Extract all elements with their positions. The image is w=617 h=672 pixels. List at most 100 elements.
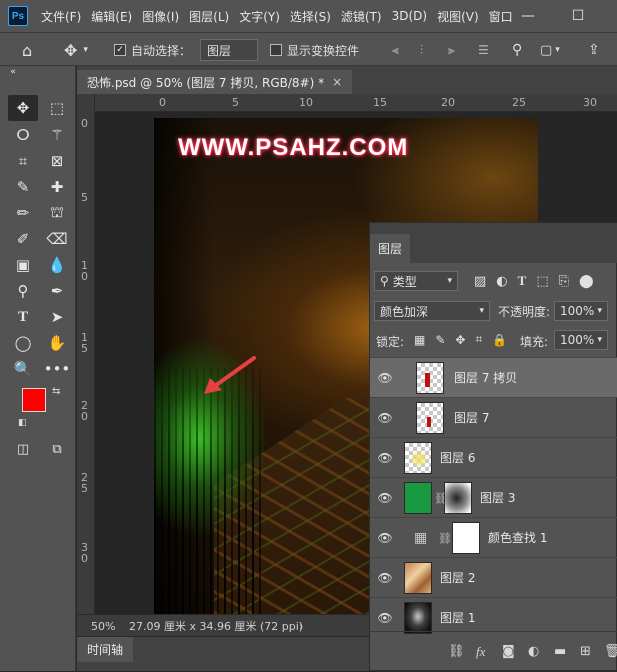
menu-edit[interactable]: 编辑(E)	[86, 8, 137, 25]
filter-shape-icon[interactable]: ⬚	[536, 274, 548, 289]
brush-tool-icon[interactable]: ✏	[8, 200, 38, 226]
collapse-toolbar-icon[interactable]: «	[6, 66, 20, 78]
auto-select-target-dropdown[interactable]: 图层	[200, 33, 258, 67]
visibility-eye-icon[interactable]: 👁	[377, 531, 392, 545]
quick-mask-icon[interactable]: ◫	[8, 436, 38, 462]
auto-select-checkbox[interactable]: ✓ 自动选择：	[114, 33, 191, 67]
layer-name: 颜色查找 1	[488, 531, 548, 545]
align-left-icon[interactable]: ⫷	[392, 33, 399, 67]
workspace-icon[interactable]: ▢ ▾	[540, 33, 560, 67]
zoom-tool-icon[interactable]: 🔍	[8, 356, 38, 382]
screen-mode-icon[interactable]: ⧉	[42, 436, 72, 462]
foreground-color-swatch[interactable]	[22, 388, 46, 412]
menu-type[interactable]: 文字(Y)	[234, 8, 285, 25]
type-tool-icon[interactable]: T	[8, 304, 38, 330]
visibility-eye-icon[interactable]: 👁	[377, 411, 392, 425]
visibility-eye-icon[interactable]: 👁	[377, 451, 392, 465]
menu-select[interactable]: 选择(S)	[285, 8, 336, 25]
fx-icon[interactable]: fx	[476, 644, 485, 660]
fill-field[interactable]: 100% ▾	[554, 330, 608, 350]
clone-stamp-tool-icon[interactable]: ⛫	[42, 200, 72, 226]
ellipse-tool-icon[interactable]: ◯	[8, 330, 38, 356]
lock-position-icon[interactable]: ✥	[455, 333, 465, 347]
dodge-tool-icon[interactable]: ⚲	[8, 278, 38, 304]
new-adjustment-icon[interactable]: ◐	[528, 644, 539, 659]
layer-row[interactable]: 👁 图层 2	[370, 557, 617, 597]
path-selection-tool-icon[interactable]: ➤	[42, 304, 72, 330]
layers-tab[interactable]: 图层	[370, 234, 411, 263]
search-icon[interactable]: ⚲	[512, 33, 522, 67]
blur-tool-icon[interactable]: 💧	[42, 252, 72, 278]
maximize-button[interactable]: ☐	[560, 0, 596, 32]
align-center-icon[interactable]: ⫶	[420, 33, 423, 67]
filter-adjustment-icon[interactable]: ◐	[496, 274, 507, 289]
annotation-arrow-icon	[204, 356, 256, 394]
distribute-icon[interactable]: ☰	[478, 33, 489, 67]
menu-filter[interactable]: 滤镜(T)	[336, 8, 387, 25]
crop-tool-icon[interactable]: ⌗	[8, 148, 38, 174]
move-tool-preset-icon[interactable]: ✥ ▾	[64, 33, 88, 67]
menu-image[interactable]: 图像(I)	[137, 8, 184, 25]
vertical-ruler[interactable]: 0 5 1 0 1 5 2 0 2 5 3 0	[77, 94, 95, 614]
share-icon[interactable]: ⇪	[588, 33, 600, 67]
menu-file[interactable]: 文件(F)	[36, 8, 86, 25]
lasso-tool-icon[interactable]: ⵔ	[8, 122, 38, 148]
filter-pixel-icon[interactable]: ▨	[474, 274, 486, 289]
status-menu-arrow-icon[interactable]: ›	[299, 615, 303, 637]
menu-3d[interactable]: 3D(D)	[387, 9, 432, 23]
new-group-icon[interactable]: ▬	[554, 644, 566, 659]
lock-all-icon[interactable]: 🔒	[492, 333, 507, 347]
opacity-label: 不透明度:	[498, 305, 551, 319]
more-tools-icon[interactable]: •••	[42, 356, 72, 382]
zoom-level[interactable]: 50%	[91, 615, 115, 637]
menu-view[interactable]: 视图(V)	[432, 8, 484, 25]
layer-row[interactable]: 👁 图层 6	[370, 437, 617, 477]
filter-toggle-icon[interactable]: ⬤	[579, 274, 594, 289]
lock-transparent-icon[interactable]: ▦	[414, 333, 425, 347]
magic-wand-tool-icon[interactable]: ⚚	[42, 122, 72, 148]
home-icon[interactable]: ⌂	[22, 33, 32, 67]
new-layer-icon[interactable]: ⊞	[580, 644, 591, 659]
link-layers-icon[interactable]: ⛓	[448, 644, 465, 659]
swap-colors-icon[interactable]: ⇆	[52, 386, 60, 397]
filter-smart-object-icon[interactable]: ⎘	[559, 274, 569, 289]
visibility-eye-icon[interactable]: 👁	[377, 571, 392, 585]
lock-image-icon[interactable]: ✎	[435, 333, 445, 347]
menu-layer[interactable]: 图层(L)	[184, 8, 234, 25]
layer-row[interactable]: 👁 图层 7 拷贝	[370, 357, 617, 397]
move-tool-icon[interactable]: ✥	[8, 95, 38, 121]
hand-tool-icon[interactable]: ✋	[42, 330, 72, 356]
eyedropper-tool-icon[interactable]: ✎	[8, 174, 38, 200]
lock-artboard-icon[interactable]: ⌗	[475, 332, 482, 347]
default-colors-icon[interactable]: ◧	[18, 418, 27, 428]
filter-type-icon[interactable]: T	[518, 273, 527, 289]
history-brush-tool-icon[interactable]: ✐	[8, 226, 38, 252]
marquee-tool-icon[interactable]: ⬚	[42, 95, 72, 121]
layer-row[interactable]: 👁 ⛓ 图层 3	[370, 477, 617, 517]
horizontal-ruler[interactable]: 0 5 10 15 20 25 30	[95, 94, 617, 112]
visibility-eye-icon[interactable]: 👁	[377, 611, 392, 625]
add-mask-icon[interactable]: ◙	[502, 644, 515, 659]
timeline-tab[interactable]: 时间轴	[77, 637, 134, 662]
layer-mask-thumbnail[interactable]	[452, 522, 480, 554]
eraser-tool-icon[interactable]: ⌫	[42, 226, 72, 252]
visibility-eye-icon[interactable]: 👁	[377, 371, 392, 385]
show-transform-checkbox[interactable]: 显示变换控件	[270, 33, 359, 67]
pen-tool-icon[interactable]: ✒	[42, 278, 72, 304]
layer-row[interactable]: 👁 图层 7	[370, 397, 617, 437]
visibility-eye-icon[interactable]: 👁	[377, 491, 392, 505]
layer-mask-thumbnail[interactable]	[444, 482, 472, 514]
align-right-icon[interactable]: ⫸	[448, 33, 455, 67]
healing-brush-tool-icon[interactable]: ✚	[42, 174, 72, 200]
document-tab[interactable]: 恐怖.psd @ 50% (图层 7 拷贝, RGB/8#) * ×	[77, 70, 353, 94]
layer-row[interactable]: 👁 ▦ ⛓ 颜色查找 1	[370, 517, 617, 557]
blend-mode-dropdown[interactable]: 颜色加深 ▾	[374, 301, 490, 321]
opacity-field[interactable]: 100% ▾	[554, 301, 608, 321]
delete-layer-icon[interactable]: 🗑	[604, 644, 617, 659]
gradient-tool-icon[interactable]: ▣	[8, 252, 38, 278]
close-tab-icon[interactable]: ×	[332, 75, 342, 89]
photoshop-logo[interactable]: Ps	[8, 6, 28, 26]
layer-filter-dropdown[interactable]: ⚲ 类型 ▾	[374, 271, 458, 291]
frame-tool-icon[interactable]: ⊠	[42, 148, 72, 174]
minimize-button[interactable]: —	[510, 0, 546, 32]
